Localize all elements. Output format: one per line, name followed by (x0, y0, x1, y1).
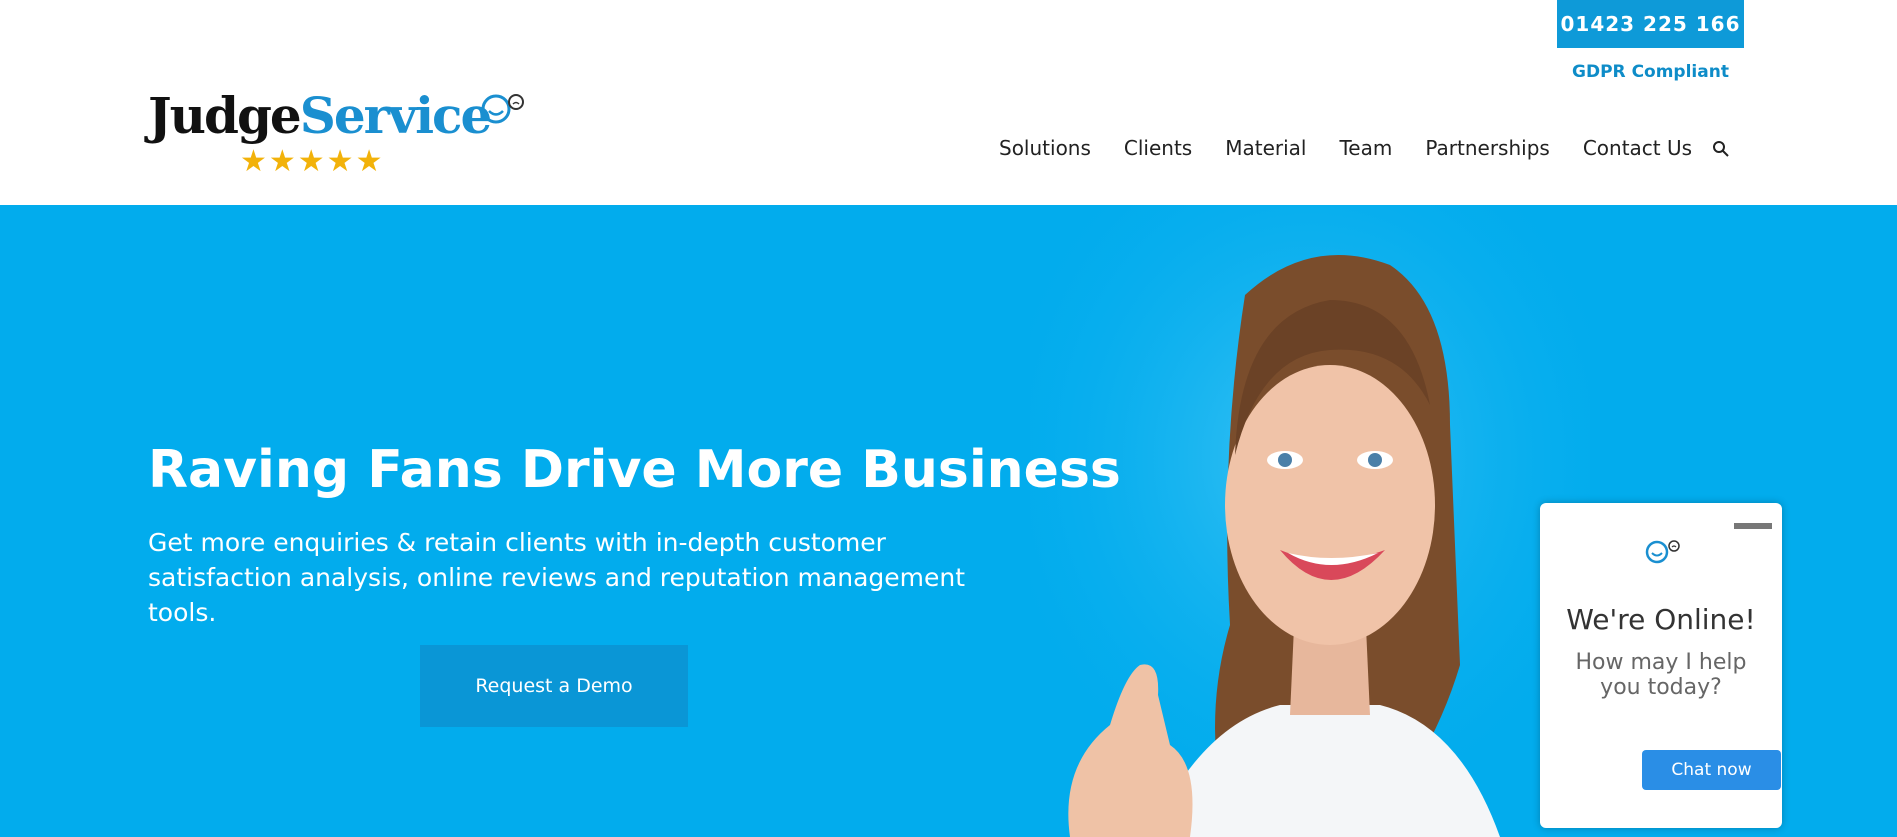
chat-now-button[interactable]: Chat now (1642, 750, 1781, 790)
five-stars-icon: ★★★★★ (240, 144, 385, 179)
hero-subtitle: Get more enquiries & retain clients with… (148, 528, 966, 627)
request-demo-button[interactable]: Request a Demo (420, 645, 688, 727)
nav-solutions[interactable]: Solutions (999, 134, 1091, 162)
smiley-faces-icon (481, 94, 524, 124)
logo-service-text: Service (299, 86, 493, 145)
nav-partnerships[interactable]: Partnerships (1425, 134, 1549, 162)
nav-material[interactable]: Material (1225, 134, 1306, 162)
nav-team[interactable]: Team (1339, 134, 1392, 162)
smiley-faces-icon (1645, 540, 1680, 564)
chat-title: We're Online! (1566, 603, 1756, 636)
phone-button[interactable]: 01423 225 166 (1557, 0, 1744, 48)
site-header: 01423 225 166 GDPR Compliant JudgeServic… (0, 0, 1897, 205)
smiling-woman-image (1030, 205, 1590, 837)
hero-title: Raving Fans Drive More Business (148, 440, 1121, 500)
search-icon[interactable] (1712, 140, 1730, 158)
chat-widget: We're Online! How may I help you today? … (1540, 503, 1782, 828)
nav-contact-us[interactable]: Contact Us (1583, 134, 1692, 162)
logo-wordmark: JudgeService (148, 86, 493, 146)
logo-judge-text: Judge (148, 86, 302, 145)
main-nav: Solutions Clients Material Team Partners… (999, 134, 1725, 162)
nav-clients[interactable]: Clients (1124, 134, 1192, 162)
gdpr-link[interactable]: GDPR Compliant (1557, 62, 1744, 82)
chat-subtitle: How may I help you today? (1575, 650, 1747, 700)
judgeservice-logo[interactable]: JudgeService ★★★★★ (148, 86, 528, 181)
minimize-icon[interactable] (1734, 523, 1772, 529)
